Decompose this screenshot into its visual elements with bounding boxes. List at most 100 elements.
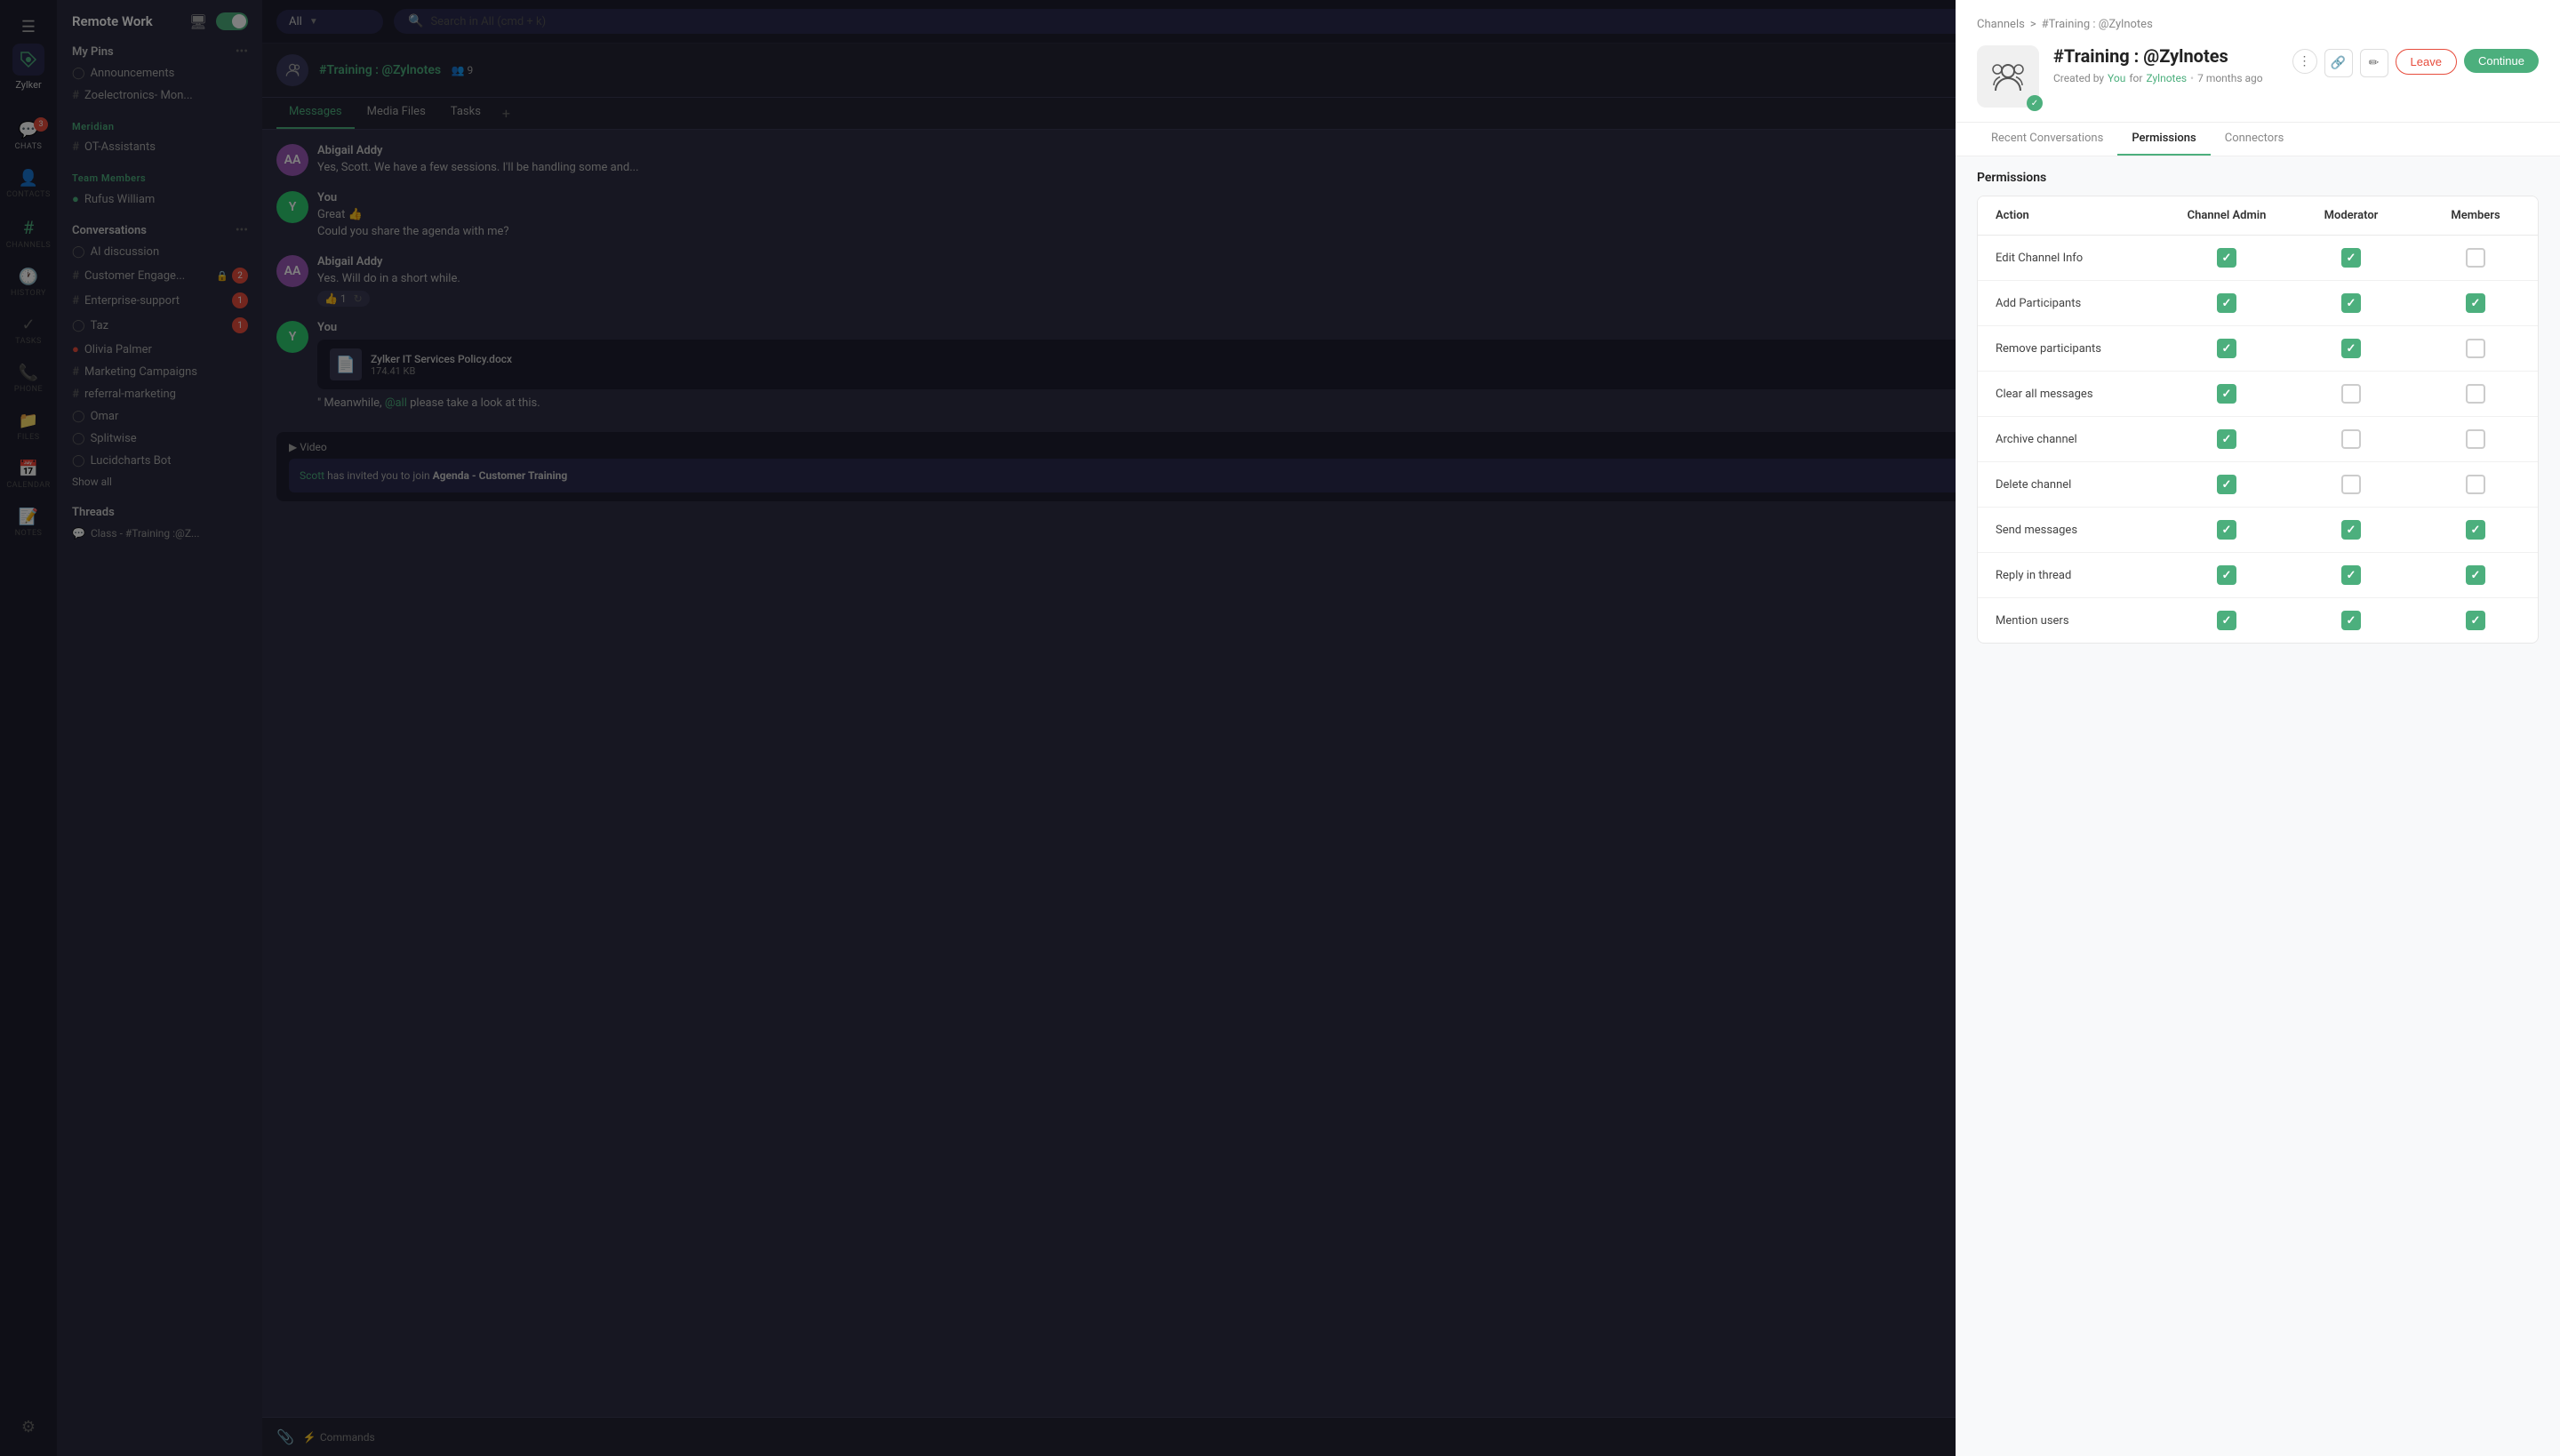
perm-mod-mention-users[interactable] <box>2289 598 2413 643</box>
checkbox-checked-icon <box>2341 520 2361 540</box>
checkbox-checked-icon <box>2217 248 2236 268</box>
link-icon-button[interactable]: 🔗 <box>2324 49 2353 77</box>
checkbox-unchecked-icon <box>2466 384 2485 404</box>
checkbox-unchecked-icon <box>2466 248 2485 268</box>
perm-row-clear-messages: Clear all messages <box>1978 372 2538 417</box>
checkbox-unchecked-icon <box>2466 429 2485 449</box>
perm-mod-edit-channel[interactable] <box>2289 236 2413 280</box>
perm-admin-mention-users[interactable] <box>2164 598 2289 643</box>
checkbox-checked-icon <box>2217 520 2236 540</box>
col-header-admin: Channel Admin <box>2164 196 2289 235</box>
perm-mod-remove-participants[interactable] <box>2289 326 2413 371</box>
created-ago: 7 months ago <box>2197 72 2263 84</box>
perm-admin-edit-channel[interactable] <box>2164 236 2289 280</box>
perm-mem-delete-channel[interactable] <box>2413 462 2538 507</box>
continue-button[interactable]: Continue <box>2464 49 2539 73</box>
created-by-link[interactable]: You <box>2108 72 2125 84</box>
perm-admin-send-messages[interactable] <box>2164 508 2289 552</box>
checkbox-checked-icon <box>2341 293 2361 313</box>
perm-admin-reply-thread[interactable] <box>2164 553 2289 597</box>
tab-recent-conversations[interactable]: Recent Conversations <box>1977 123 2117 156</box>
perm-action-delete-channel: Delete channel <box>1978 462 2164 507</box>
checkbox-unchecked-icon <box>2466 339 2485 358</box>
checkbox-unchecked-icon <box>2341 475 2361 494</box>
checkbox-checked-icon <box>2217 384 2236 404</box>
perm-row-send-messages: Send messages <box>1978 508 2538 553</box>
checkbox-checked-icon <box>2341 611 2361 630</box>
perm-action-archive-channel: Archive channel <box>1978 417 2164 461</box>
perm-mem-archive-channel[interactable] <box>2413 417 2538 461</box>
perm-admin-remove-participants[interactable] <box>2164 326 2289 371</box>
permissions-table: Action Channel Admin Moderator Members E… <box>1977 196 2539 644</box>
perm-mod-delete-channel[interactable] <box>2289 462 2413 507</box>
perm-mod-reply-thread[interactable] <box>2289 553 2413 597</box>
rp-action-icons: ⋮ 🔗 ✏ Leave Continue <box>2292 45 2539 77</box>
col-header-action: Action <box>1978 196 2164 235</box>
perm-admin-archive-channel[interactable] <box>2164 417 2289 461</box>
perm-action-mention-users: Mention users <box>1978 598 2164 643</box>
perm-row-delete-channel: Delete channel <box>1978 462 2538 508</box>
verified-badge: ✓ <box>2027 95 2043 111</box>
perm-admin-clear-messages[interactable] <box>2164 372 2289 416</box>
perm-action-reply-thread: Reply in thread <box>1978 553 2164 597</box>
perm-mem-remove-participants[interactable] <box>2413 326 2538 371</box>
perm-row-reply-thread: Reply in thread <box>1978 553 2538 598</box>
checkbox-unchecked-icon <box>2341 429 2361 449</box>
permissions-section: Permissions Action Channel Admin Moderat… <box>1977 156 2539 651</box>
rp-body: Permissions Action Channel Admin Moderat… <box>1956 156 2560 1456</box>
perm-mod-archive-channel[interactable] <box>2289 417 2413 461</box>
perm-action-send-messages: Send messages <box>1978 508 2164 552</box>
col-header-moderator: Moderator <box>2289 196 2413 235</box>
tab-connectors[interactable]: Connectors <box>2211 123 2299 156</box>
checkbox-checked-icon <box>2341 565 2361 585</box>
perm-mod-send-messages[interactable] <box>2289 508 2413 552</box>
edit-icon-button[interactable]: ✏ <box>2360 49 2388 77</box>
pt-header: Action Channel Admin Moderator Members <box>1978 196 2538 236</box>
created-for-link[interactable]: Zylnotes <box>2146 72 2187 84</box>
perm-row-add-participants: Add Participants <box>1978 281 2538 326</box>
breadcrumb-sep: > <box>2030 18 2036 31</box>
rp-header: Channels > #Training : @Zylnotes ✓ <box>1956 0 2560 123</box>
checkbox-checked-icon <box>2217 475 2236 494</box>
right-panel: Channels > #Training : @Zylnotes ✓ <box>1956 0 2560 1456</box>
perm-admin-delete-channel[interactable] <box>2164 462 2289 507</box>
perm-mem-send-messages[interactable] <box>2413 508 2538 552</box>
perm-mem-edit-channel[interactable] <box>2413 236 2538 280</box>
breadcrumb-channels-link[interactable]: Channels <box>1977 18 2025 31</box>
checkbox-checked-icon <box>2217 565 2236 585</box>
rp-channel-meta: Created by You for Zylnotes • 7 months a… <box>2053 72 2278 84</box>
checkbox-checked-icon <box>2466 611 2485 630</box>
checkbox-unchecked-icon <box>2466 475 2485 494</box>
checkbox-checked-icon <box>2217 339 2236 358</box>
perm-mem-reply-thread[interactable] <box>2413 553 2538 597</box>
perm-row-remove-participants: Remove participants <box>1978 326 2538 372</box>
checkbox-checked-icon <box>2217 611 2236 630</box>
perm-row-archive-channel: Archive channel <box>1978 417 2538 462</box>
rp-channel-details: #Training : @Zylnotes Created by You for… <box>2053 45 2278 84</box>
checkbox-unchecked-icon <box>2341 384 2361 404</box>
checkbox-checked-icon <box>2466 565 2485 585</box>
perm-action-remove-participants: Remove participants <box>1978 326 2164 371</box>
checkbox-checked-icon <box>2341 339 2361 358</box>
leave-button[interactable]: Leave <box>2396 49 2457 75</box>
more-options-button[interactable]: ⋮ <box>2292 49 2317 74</box>
permissions-title: Permissions <box>1977 171 2539 185</box>
perm-mem-mention-users[interactable] <box>2413 598 2538 643</box>
checkbox-checked-icon <box>2466 520 2485 540</box>
rp-channel-info: ✓ #Training : @Zylnotes Created by You f… <box>1977 45 2539 122</box>
tab-permissions[interactable]: Permissions <box>2117 123 2210 156</box>
perm-admin-add-participants[interactable] <box>2164 281 2289 325</box>
perm-mod-clear-messages[interactable] <box>2289 372 2413 416</box>
meta-dot: • <box>2190 72 2194 84</box>
created-for-label: for <box>2129 72 2142 84</box>
perm-action-clear-messages: Clear all messages <box>1978 372 2164 416</box>
checkbox-checked-icon <box>2341 248 2361 268</box>
checkbox-checked-icon <box>2217 293 2236 313</box>
perm-mod-add-participants[interactable] <box>2289 281 2413 325</box>
perm-mem-clear-messages[interactable] <box>2413 372 2538 416</box>
perm-mem-add-participants[interactable] <box>2413 281 2538 325</box>
perm-action-edit-channel: Edit Channel Info <box>1978 236 2164 280</box>
created-by-label: Created by <box>2053 72 2104 84</box>
perm-row-mention-users: Mention users <box>1978 598 2538 643</box>
perm-action-add-participants: Add Participants <box>1978 281 2164 325</box>
